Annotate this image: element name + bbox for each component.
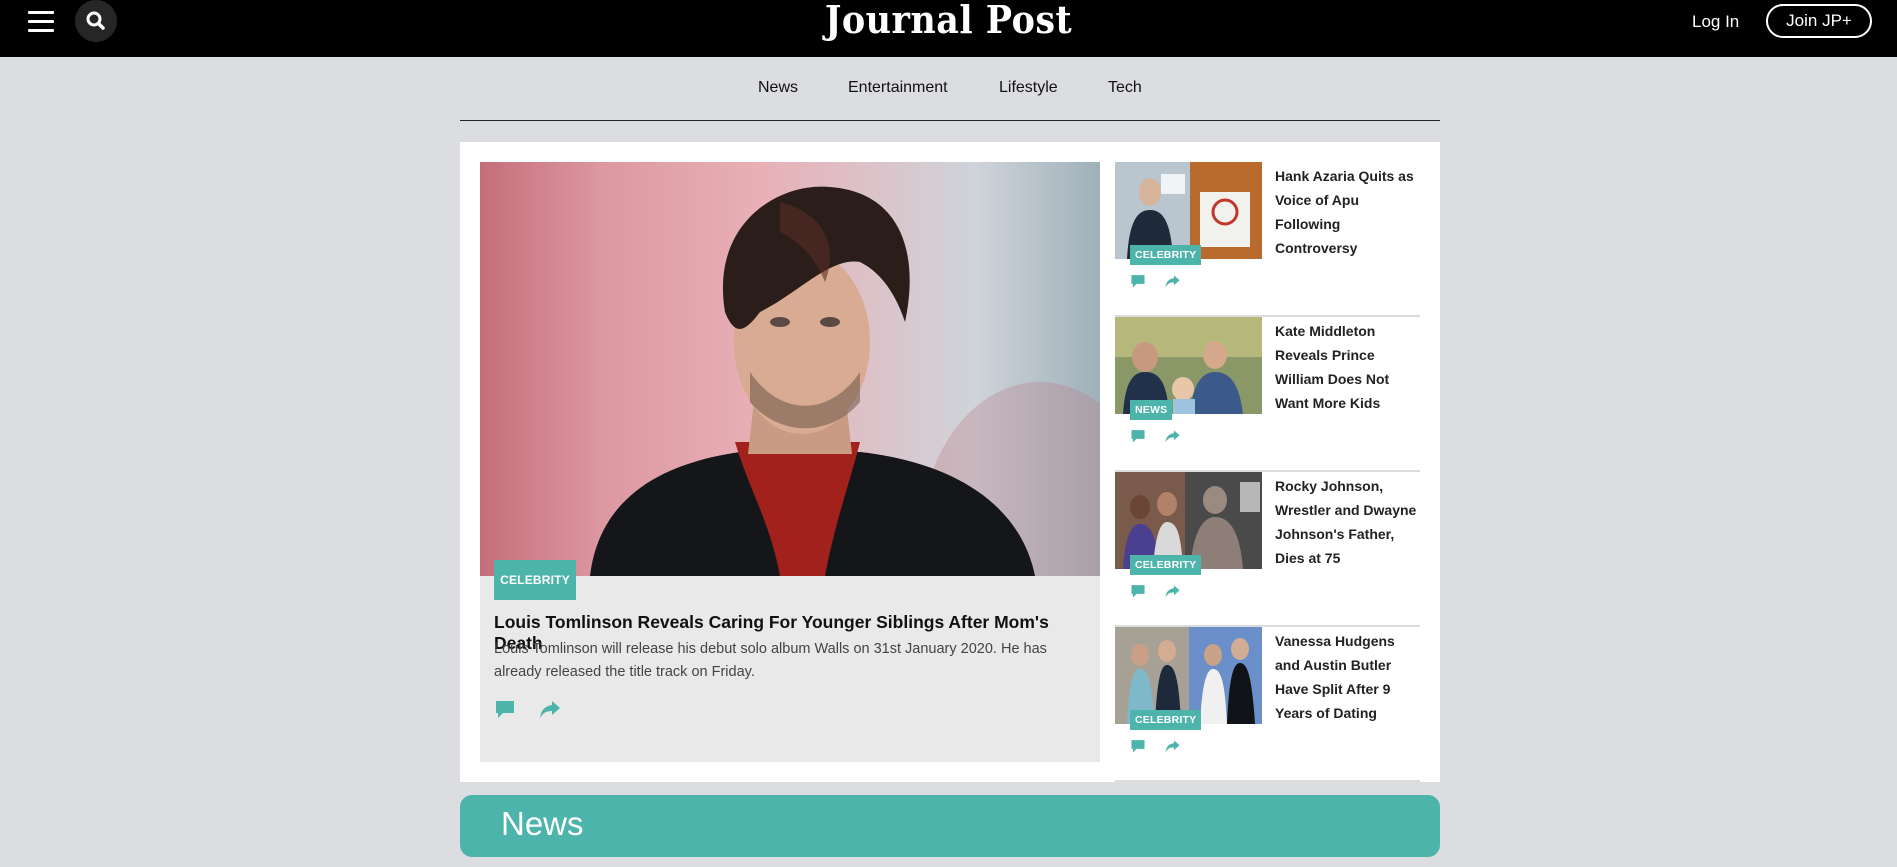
hamburger-menu-icon[interactable] (28, 6, 58, 36)
section-title: News (501, 805, 584, 842)
comment-icon[interactable] (1130, 273, 1146, 294)
hero-actions (494, 698, 562, 725)
category-badge[interactable]: CELEBRITY (1130, 710, 1202, 730)
category-badge[interactable]: CELEBRITY (1130, 555, 1202, 575)
hero-article[interactable]: CELEBRITY Louis Tomlinson Reveals Caring… (480, 162, 1100, 762)
nav-item-tech[interactable]: Tech (1108, 79, 1142, 97)
category-badge[interactable]: NEWS (1130, 400, 1173, 420)
article-title[interactable]: Kate Middleton Reveals Prince William Do… (1275, 319, 1420, 415)
comment-icon[interactable] (1130, 583, 1146, 604)
top-header: Journal Post Log In Join JP+ (0, 0, 1897, 57)
section-header-news: News (460, 795, 1440, 857)
site-logo[interactable]: Journal Post (76, 0, 1821, 40)
article-actions (1130, 583, 1181, 604)
article-title[interactable]: Rocky Johnson, Wrestler and Dwayne Johns… (1275, 474, 1420, 570)
nav-item-lifestyle[interactable]: Lifestyle (999, 79, 1058, 97)
hero-image[interactable] (480, 162, 1100, 576)
join-button[interactable]: Join JP+ (1766, 4, 1872, 38)
hero-description: Louis Tomlinson will release his debut s… (494, 641, 1047, 680)
list-item[interactable]: CELEBRITY Vanessa Hudgens and Austin But… (1115, 627, 1420, 782)
share-icon[interactable] (1164, 738, 1181, 759)
article-actions (1130, 428, 1181, 449)
article-title[interactable]: Vanessa Hudgens and Austin Butler Have S… (1275, 629, 1420, 725)
article-title[interactable]: Hank Azaria Quits as Voice of Apu Follow… (1275, 164, 1420, 260)
category-nav: News Entertainment Lifestyle Tech (460, 57, 1440, 121)
featured-panel: CELEBRITY Louis Tomlinson Reveals Caring… (460, 142, 1440, 782)
list-item[interactable]: CELEBRITY Hank Azaria Quits as Voice of … (1115, 162, 1420, 317)
nav-item-news[interactable]: News (758, 79, 798, 97)
article-actions (1130, 738, 1181, 759)
nav-item-entertainment[interactable]: Entertainment (848, 79, 948, 97)
comment-icon[interactable] (494, 698, 516, 725)
share-icon[interactable] (1164, 273, 1181, 294)
hero-category-badge[interactable]: CELEBRITY (494, 560, 576, 600)
share-icon[interactable] (1164, 428, 1181, 449)
comment-icon[interactable] (1130, 738, 1146, 759)
article-actions (1130, 273, 1181, 294)
list-item[interactable]: NEWS Kate Middleton Reveals Prince Willi… (1115, 317, 1420, 472)
comment-icon[interactable] (1130, 428, 1146, 449)
share-icon[interactable] (538, 698, 562, 725)
share-icon[interactable] (1164, 583, 1181, 604)
category-badge[interactable]: CELEBRITY (1130, 245, 1202, 265)
list-item[interactable]: CELEBRITY Rocky Johnson, Wrestler and Dw… (1115, 472, 1420, 627)
login-link[interactable]: Log In (1692, 12, 1739, 32)
